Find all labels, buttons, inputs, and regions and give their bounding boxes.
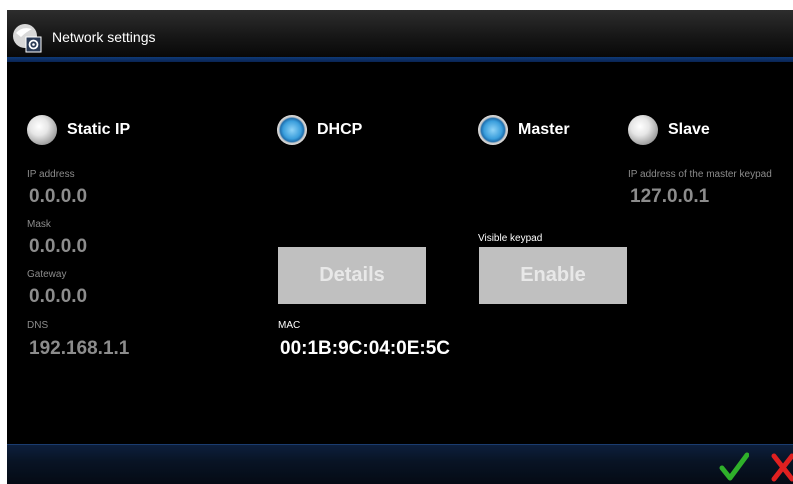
dhcp-label: DHCP — [317, 121, 363, 138]
mac-value: 00:1B:9C:04:0E:5C — [280, 338, 451, 359]
dns-label: DNS — [27, 320, 49, 331]
title-bar-divider — [7, 57, 793, 62]
network-settings-screen: Network settings Static IP DHCP Master S… — [7, 10, 793, 484]
dns-field[interactable]: 192.168.1.1 — [29, 338, 129, 360]
title-bar: Network settings — [7, 10, 793, 62]
radio-selected-icon — [478, 115, 508, 145]
mac-label: MAC — [278, 320, 301, 331]
radio-unselected-icon — [628, 115, 658, 145]
radio-selected-icon — [277, 115, 307, 145]
check-icon[interactable] — [719, 452, 749, 482]
slave-label: Slave — [668, 121, 710, 138]
window-title: Network settings — [52, 29, 156, 45]
gateway-label: Gateway — [27, 269, 67, 280]
mask-label: Mask — [27, 219, 51, 230]
mask-field[interactable]: 0.0.0.0 — [29, 236, 87, 258]
bottom-bar — [7, 444, 793, 484]
details-button[interactable]: Details — [278, 247, 426, 304]
network-settings-icon — [13, 24, 42, 53]
radio-unselected-icon — [27, 115, 57, 145]
master-ip-label: IP address of the master keypad — [628, 169, 772, 180]
ip-address-field[interactable]: 0.0.0.0 — [29, 186, 87, 208]
gateway-field[interactable]: 0.0.0.0 — [29, 286, 87, 308]
close-icon[interactable] — [770, 452, 793, 482]
visible-keypad-label: Visible keypad — [478, 233, 543, 244]
master-ip-field[interactable]: 127.0.0.1 — [630, 186, 709, 208]
ip-address-label: IP address — [27, 169, 75, 180]
static-ip-label: Static IP — [67, 121, 131, 138]
enable-button[interactable]: Enable — [479, 247, 627, 304]
master-label: Master — [518, 121, 570, 138]
